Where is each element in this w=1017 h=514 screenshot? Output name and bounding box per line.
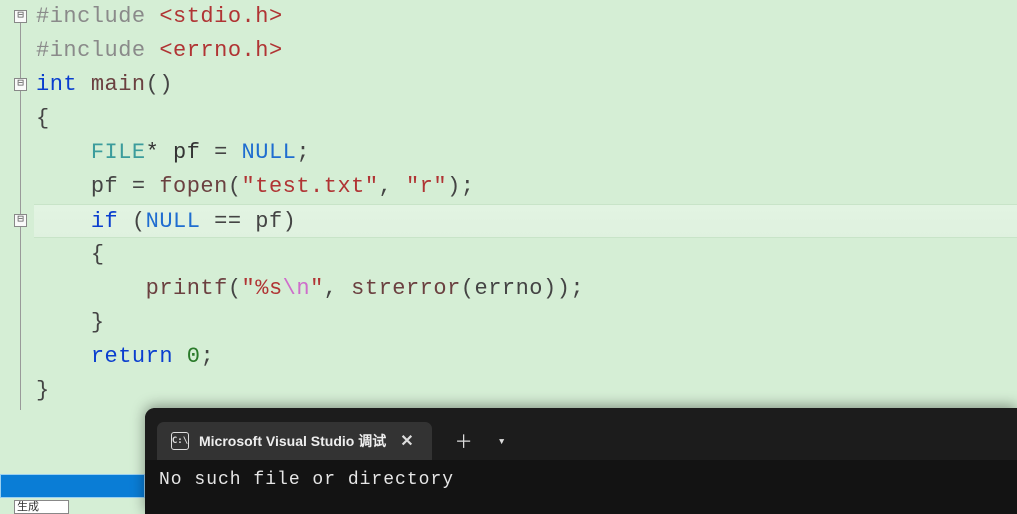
function-main: main	[91, 72, 146, 97]
code-line[interactable]: }	[34, 306, 1017, 340]
fold-guide	[20, 91, 21, 219]
function-strerror: strerror	[351, 276, 461, 301]
null-literal: NULL	[146, 209, 201, 234]
fold-toggle-icon[interactable]: ⊟	[14, 78, 27, 91]
include-target: <errno.h>	[159, 38, 282, 63]
include-target: <stdio.h>	[159, 4, 282, 29]
code-line[interactable]: #include <errno.h>	[34, 34, 1017, 68]
null-literal: NULL	[242, 140, 297, 165]
cmd-icon: C:\	[171, 432, 189, 450]
number-literal: 0	[187, 344, 201, 369]
code-line[interactable]: pf = fopen("test.txt", "r");	[34, 170, 1017, 204]
new-tab-button[interactable]: ＋	[446, 423, 482, 459]
gutter: ⊟ ⊟ ⊟	[0, 0, 32, 420]
string-literal: "r"	[406, 174, 447, 199]
code-line-current[interactable]: if (NULL == pf)	[34, 204, 1017, 238]
code-line[interactable]: FILE* pf = NULL;	[34, 136, 1017, 170]
code-line[interactable]: {	[34, 238, 1017, 272]
console-tab-actions: ＋ ▾	[446, 423, 520, 459]
fold-toggle-icon[interactable]: ⊟	[14, 214, 27, 227]
keyword-int: int	[36, 72, 77, 97]
console-tab-bar: C:\ Microsoft Visual Studio 调试 ✕ ＋ ▾	[145, 408, 1017, 460]
keyword-if: if	[91, 209, 118, 234]
code-line[interactable]: }	[34, 374, 1017, 408]
code-line[interactable]: #include <stdio.h>	[34, 0, 1017, 34]
type-file: FILE	[91, 140, 146, 165]
code-line[interactable]: {	[34, 102, 1017, 136]
close-icon[interactable]: ✕	[396, 431, 417, 451]
console-tab-active[interactable]: C:\ Microsoft Visual Studio 调试 ✕	[157, 422, 432, 460]
output-panel-header[interactable]	[0, 474, 145, 498]
console-output[interactable]: No such file or directory	[159, 470, 1017, 490]
fold-guide	[20, 23, 21, 78]
keyword-return: return	[91, 344, 173, 369]
code-text-area[interactable]: #include <stdio.h> #include <errno.h> in…	[34, 0, 1017, 408]
ident-errno: errno	[475, 276, 544, 301]
string-literal: "test.txt"	[242, 174, 379, 199]
tab-dropdown-button[interactable]: ▾	[484, 423, 520, 459]
output-dropdown[interactable]: 生成	[14, 500, 69, 514]
debug-console-window: C:\ Microsoft Visual Studio 调试 ✕ ＋ ▾ No …	[145, 408, 1017, 514]
function-printf: printf	[146, 276, 228, 301]
function-fopen: fopen	[159, 174, 228, 199]
code-editor: ⊟ ⊟ ⊟ #include <stdio.h> #include <errno…	[0, 0, 1017, 514]
console-output-line: No such file or directory	[159, 470, 1017, 490]
preproc-directive: #include	[36, 38, 146, 63]
fold-toggle-icon[interactable]: ⊟	[14, 10, 27, 23]
code-line[interactable]: return 0;	[34, 340, 1017, 374]
preproc-directive: #include	[36, 4, 146, 29]
console-tab-title: Microsoft Visual Studio 调试	[199, 431, 386, 451]
code-line[interactable]: printf("%s\n", strerror(errno));	[34, 272, 1017, 306]
escape-sequence: \n	[283, 276, 310, 301]
code-line[interactable]: int main()	[34, 68, 1017, 102]
fold-guide	[20, 227, 21, 410]
